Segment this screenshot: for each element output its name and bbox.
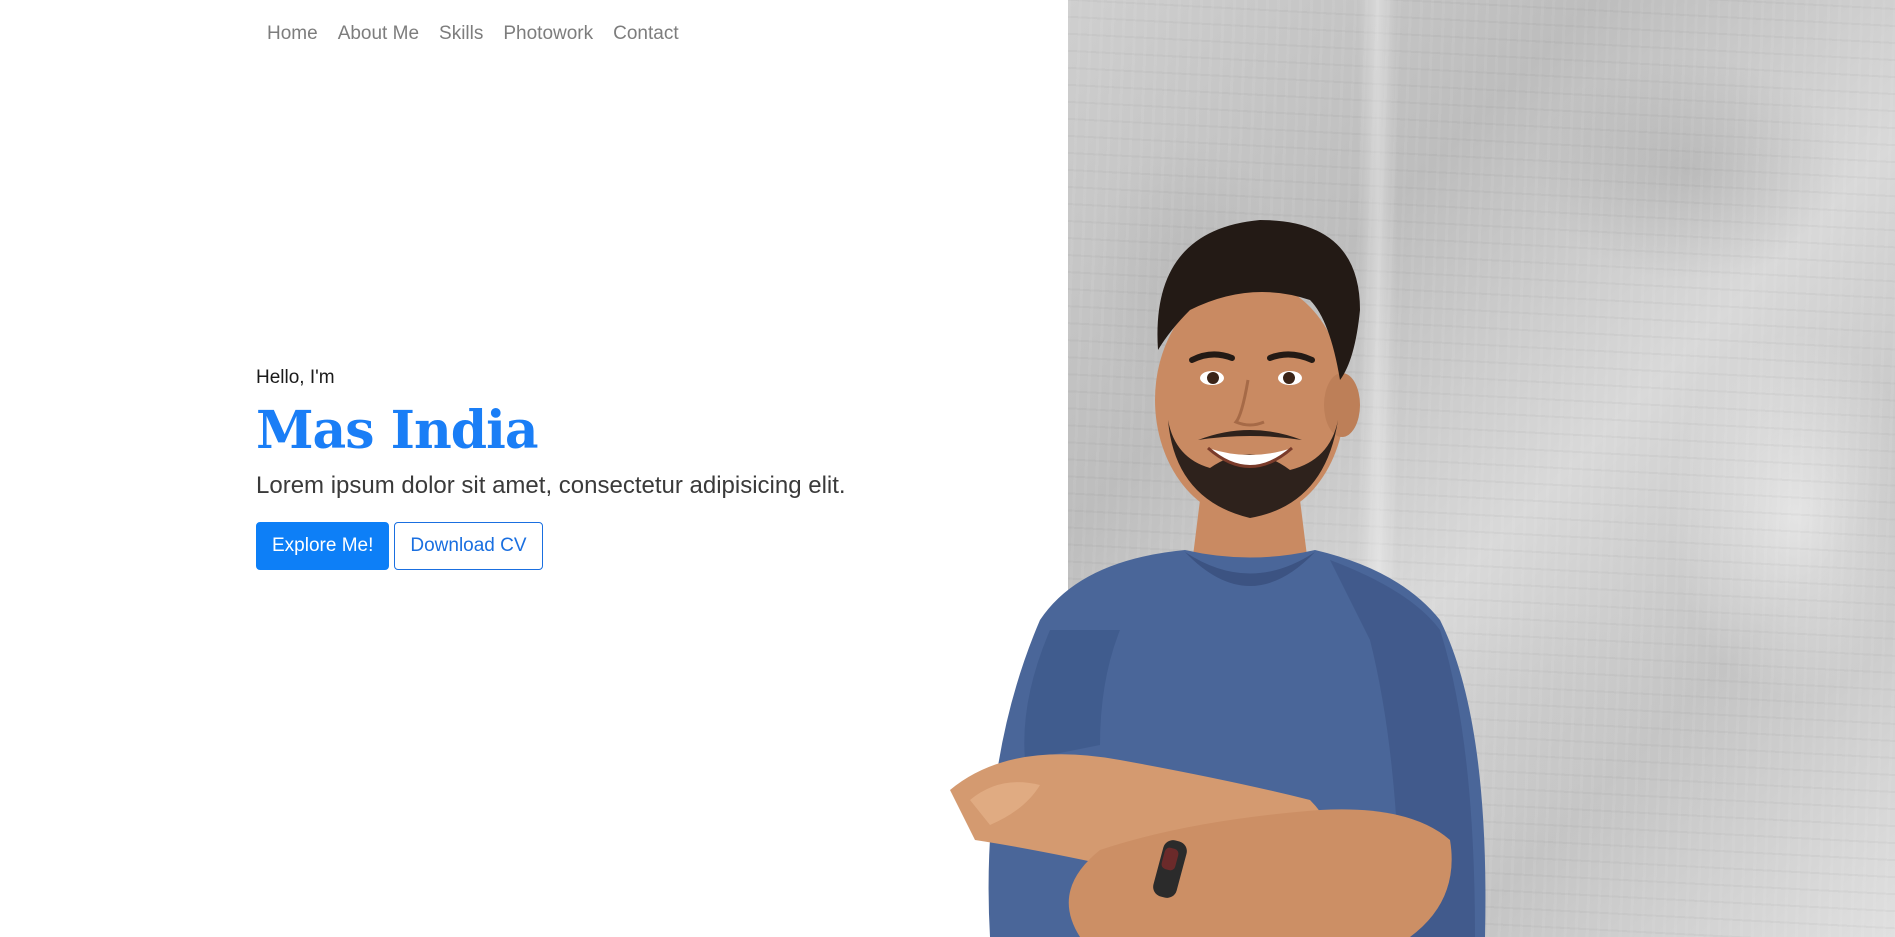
nav-link-photowork[interactable]: Photowork xyxy=(493,20,603,48)
explore-me-button[interactable]: Explore Me! xyxy=(256,522,390,570)
nav-link-contact[interactable]: Contact xyxy=(603,20,688,48)
page: Home About Me Skills Photowork Contact H… xyxy=(0,0,1895,937)
hero-greeting: Hello, I'm xyxy=(256,367,335,388)
nav-link-skills[interactable]: Skills xyxy=(429,20,493,48)
hero-tagline: Lorem ipsum dolor sit amet, consectetur … xyxy=(256,472,846,499)
download-cv-button[interactable]: Download CV xyxy=(394,522,543,570)
hero-section: Hello, I'm Mas India Lorem ipsum dolor s… xyxy=(256,364,846,570)
nav-link-home[interactable]: Home xyxy=(257,20,328,48)
hero-portrait-photo xyxy=(950,220,1486,937)
main-nav: Home About Me Skills Photowork Contact xyxy=(257,20,689,48)
hero-buttons: Explore Me! Download CV xyxy=(256,522,846,570)
nav-link-about-me[interactable]: About Me xyxy=(328,20,429,48)
hero-name: Mas India xyxy=(256,400,539,461)
